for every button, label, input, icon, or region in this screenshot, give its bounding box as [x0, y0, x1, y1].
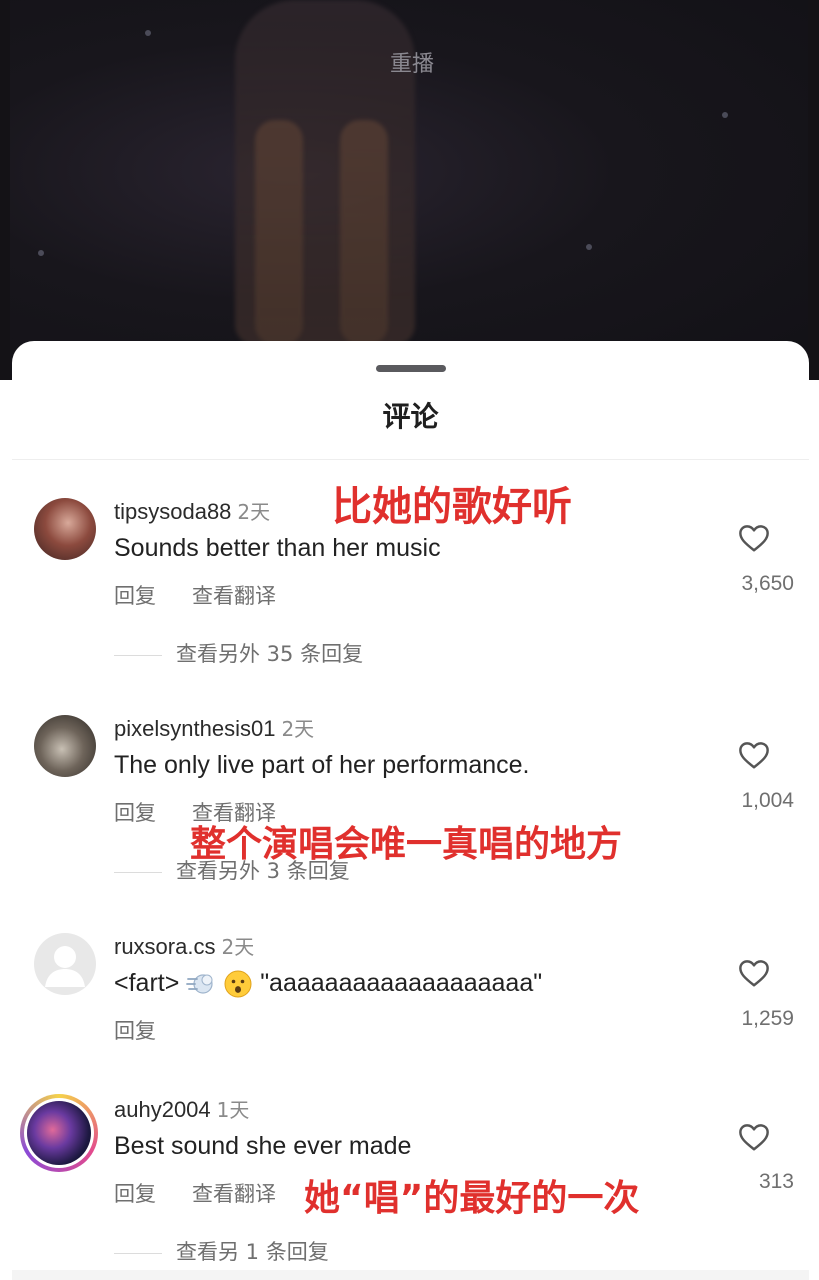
divider [12, 459, 809, 460]
comment-text: <fart> "aaaaaaaaaaaaaaaaaaa" [114, 969, 542, 999]
replay-button[interactable]: 重播 [390, 46, 434, 78]
video-player[interactable]: 重播 [0, 0, 819, 380]
timestamp: 2天 [237, 500, 271, 524]
comment-text-suffix: "aaaaaaaaaaaaaaaaaaa" [260, 969, 543, 997]
comment-header: tipsysoda88 2天 [114, 496, 270, 525]
username[interactable]: ruxsora.cs [114, 934, 215, 959]
default-avatar-icon [45, 946, 85, 987]
comment-text: Best sound she ever made [114, 1132, 412, 1160]
comment-text: The only live part of her performance. [114, 751, 530, 779]
heart-icon[interactable] [737, 523, 771, 553]
timestamp: 2天 [281, 717, 315, 741]
reply-button[interactable]: 回复 [114, 580, 156, 610]
comment-text-prefix: <fart> [114, 969, 180, 997]
avatar-story-ring[interactable] [20, 1094, 98, 1172]
view-more-replies-label: 查看另外 35 条回复 [176, 642, 364, 666]
avatar[interactable] [34, 933, 96, 995]
comment-text: Sounds better than her music [114, 534, 441, 562]
timestamp: 2天 [221, 935, 255, 959]
stage-light [586, 244, 592, 250]
like-count: 1,259 [741, 1007, 794, 1030]
bottom-edge [12, 1270, 809, 1280]
comment-header: ruxsora.cs 2天 [114, 931, 254, 960]
view-more-replies-button[interactable]: 查看另外 35 条回复 [114, 638, 363, 668]
sheet-title: 评论 [382, 400, 439, 433]
avatar[interactable] [34, 498, 96, 560]
view-more-replies-label: 查看另 1 条回复 [176, 1240, 329, 1264]
reply-button[interactable]: 回复 [114, 1015, 156, 1045]
comment-header: auhy2004 1天 [114, 1094, 249, 1123]
heart-icon[interactable] [737, 958, 771, 988]
stage-light [722, 112, 728, 118]
username[interactable]: tipsysoda88 [114, 499, 231, 524]
red-annotation: 她“唱”的最好的一次 [304, 1178, 640, 1219]
view-more-replies-button[interactable]: 查看另 1 条回复 [114, 1236, 329, 1266]
reply-button[interactable]: 回复 [114, 797, 156, 827]
like-count: 1,004 [741, 789, 794, 812]
translate-button[interactable]: 查看翻译 [192, 580, 276, 610]
heart-icon[interactable] [737, 740, 771, 770]
translate-button[interactable]: 查看翻译 [192, 1178, 276, 1208]
like-count: 313 [758, 1170, 794, 1193]
like-count: 3,650 [741, 572, 794, 595]
performer-leg [340, 120, 388, 345]
comment-header: pixelsynthesis01 2天 [114, 713, 314, 742]
dash-emoji-icon [186, 974, 213, 994]
comments-sheet: 评论 tipsysoda88 2天 Sounds better than her … [12, 341, 809, 1280]
stage-light [145, 30, 151, 36]
reply-divider [114, 654, 162, 656]
avatar [27, 1101, 91, 1165]
avatar-ring-inner [24, 1098, 94, 1168]
performer-leg [255, 120, 303, 345]
reply-divider [114, 1252, 162, 1254]
reply-button[interactable]: 回复 [114, 1178, 156, 1208]
red-annotation: 整个演唱会唯一真唱的地方 [190, 824, 623, 865]
username[interactable]: pixelsynthesis01 [114, 716, 275, 741]
timestamp: 1天 [216, 1098, 250, 1122]
username[interactable]: auhy2004 [114, 1097, 211, 1122]
reply-divider [114, 871, 162, 873]
avatar[interactable] [34, 715, 96, 777]
heart-icon[interactable] [737, 1122, 771, 1152]
red-annotation: 比她的歌好听 [332, 484, 572, 530]
frowning-face-emoji-icon [224, 970, 252, 998]
stage-light [38, 250, 44, 256]
drag-handle[interactable] [376, 365, 446, 372]
